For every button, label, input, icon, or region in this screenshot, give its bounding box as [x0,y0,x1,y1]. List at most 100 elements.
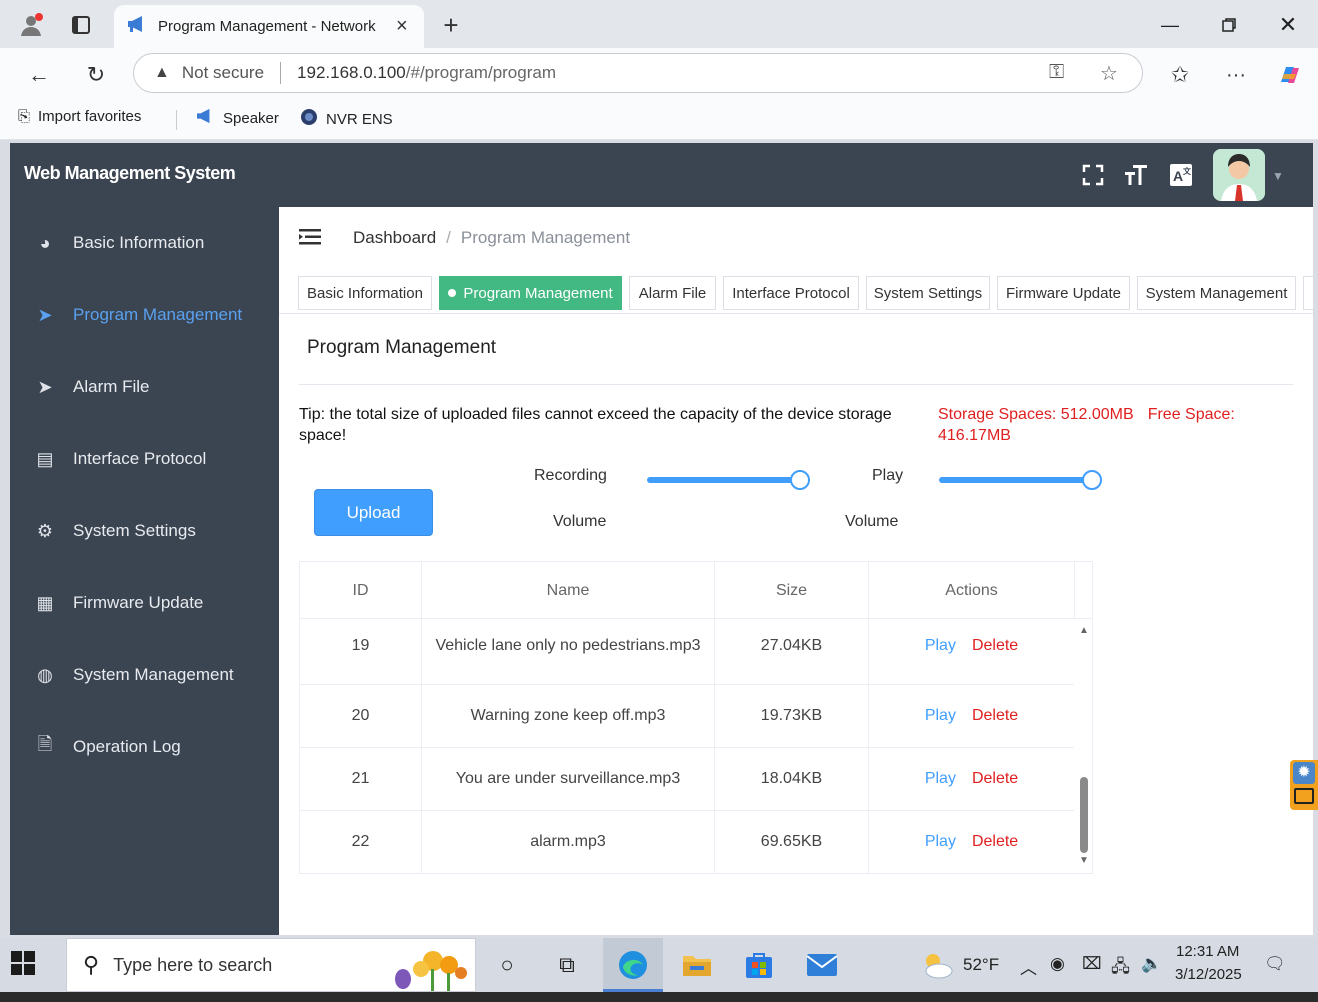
task-view-icon[interactable]: ⧉ [549,948,585,982]
recording-volume-slider[interactable] [647,477,801,483]
svg-text:文: 文 [1183,166,1192,176]
minimize-icon[interactable]: — [1150,10,1190,40]
breadcrumb-root[interactable]: Dashboard [353,228,436,247]
avatar[interactable] [1213,149,1265,201]
weather-temperature[interactable]: 52°F [963,955,999,975]
refresh-icon[interactable]: ↻ [79,58,113,92]
flowers-icon [387,943,471,996]
page-title: Program Management [307,337,497,358]
meet-now-icon[interactable]: ⌧ [1082,954,1102,974]
play-volume-slider[interactable] [939,477,1093,483]
sidebar-item-basic-information[interactable]: ◕ Basic Information [10,207,279,279]
sidebar-item-label: Basic Information [73,233,205,252]
play-button[interactable]: Play [925,764,956,794]
edge-icon[interactable] [615,948,651,982]
scroll-down-arrow-icon[interactable]: ▼ [1079,855,1089,866]
close-tab-icon[interactable]: × [396,15,408,38]
cell-id: 21 [300,748,422,810]
not-secure-label: Not secure [181,63,265,82]
close-window-icon[interactable]: ✕ [1268,10,1308,40]
app-title: Web Management System [24,163,236,183]
globe-icon [300,108,318,130]
notifications-icon[interactable]: 🗨 [1264,954,1286,974]
sidebar-item-system-management[interactable]: ◍ System Management [10,639,279,711]
favorites-icon[interactable]: ✩ [1163,58,1197,92]
key-icon[interactable]: ⚿ [1049,61,1064,84]
delete-button[interactable]: Delete [972,631,1018,661]
play-button[interactable]: Play [925,701,956,731]
play-button[interactable]: Play [925,827,956,857]
sidebar-item-operation-log[interactable]: 🗎 Operation Log [10,711,279,783]
chevron-down-icon[interactable]: ▼ [1272,169,1284,183]
column-header-id: ID [300,562,422,619]
network-icon[interactable]: 🖧 [1111,954,1130,983]
sidebar-item-label: Program Management [73,305,243,324]
tab-actions-icon[interactable] [64,8,98,42]
tag-interface-protocol[interactable]: Interface Protocol [723,276,859,310]
taskbar-search[interactable]: ⚲ Type here to search [66,938,476,992]
tag-firmware-update[interactable]: Firmware Update [997,276,1130,310]
sidebar-item-system-settings[interactable]: ⚙ System Settings [10,495,279,567]
bookmark-import-favorites[interactable]: ⎘ Import favorites [18,108,141,125]
delete-button[interactable]: Delete [972,701,1018,731]
search-placeholder: Type here to search [113,954,273,975]
translate-icon[interactable]: A文 [1165,159,1197,191]
tag-alarm-file[interactable]: Alarm File [629,276,716,310]
scroll-up-arrow-icon[interactable]: ▲ [1079,625,1089,636]
delete-button[interactable]: Delete [972,764,1018,794]
table-row: 20 Warning zone keep off.mp3 19.73KB Pla… [300,685,1074,748]
delete-button[interactable]: Delete [972,827,1018,857]
record-icon[interactable]: ◉ [1050,954,1065,974]
cortana-icon[interactable]: ○ [489,948,525,982]
mail-icon[interactable] [804,948,840,982]
table-body: 19 Vehicle lane only no pedestrians.mp3 … [300,619,1074,873]
tab-program-management[interactable]: Program Management - Network × [114,5,424,48]
weather-cloud-icon[interactable] [918,948,954,982]
bookmark-speaker[interactable]: Speaker [195,108,279,128]
tag-system-management[interactable]: System Management [1137,276,1296,310]
profile-icon[interactable] [14,8,48,42]
address-bar[interactable]: ▲ Not secure 192.168.0.100/#/program/pro… [133,53,1143,93]
windows-start-icon[interactable] [10,950,40,980]
tag-label: Program Management [463,284,613,302]
sidebar-item-interface-protocol[interactable]: ▤ Interface Protocol [10,423,279,495]
scrollbar-thumb[interactable] [1080,777,1088,853]
play-button[interactable]: Play [925,631,956,661]
font-size-icon[interactable] [1120,159,1152,191]
megaphone-icon [195,108,215,128]
play-volume-handle[interactable] [1082,470,1102,490]
copilot-icon[interactable] [1272,58,1306,92]
tag-system-settings[interactable]: System Settings [866,276,990,310]
tag-basic-information[interactable]: Basic Information [298,276,432,310]
section-divider [299,384,1293,385]
tag-overflow[interactable] [1303,276,1313,310]
upload-button[interactable]: Upload [314,489,433,536]
bookmark-nvr-ens[interactable]: NVR ENS [300,108,393,130]
back-arrow-icon[interactable]: ← [22,58,56,92]
clock-time[interactable]: 12:31 AM [1176,943,1239,960]
breadcrumb-current: Program Management [460,228,631,247]
cell-id: 22 [300,811,422,873]
restore-icon[interactable] [1209,10,1249,40]
sidebar-item-firmware-update[interactable]: ▦ Firmware Update [10,567,279,639]
store-icon[interactable] [741,948,777,982]
clock-date[interactable]: 3/12/2025 [1175,966,1242,983]
volume-icon[interactable]: 🔈 [1141,954,1162,974]
table-scrollbar[interactable]: ▲ ▼ [1075,619,1092,873]
fullscreen-icon[interactable] [1077,159,1109,191]
sidebar-item-alarm-file[interactable]: ➤ Alarm File [10,351,279,423]
more-menu-icon[interactable]: ··· [1219,58,1253,92]
hamburger-menu-icon[interactable] [299,227,321,253]
favorite-star-icon[interactable]: ☆ [1100,61,1118,86]
play-volume-label-top: Play [872,467,904,484]
sidebar-item-program-management[interactable]: ➤ Program Management [10,279,279,351]
chevron-up-icon[interactable]: ︿ [1020,954,1037,979]
tag-program-management[interactable]: Program Management [439,276,622,310]
cell-size: 18.04KB [715,748,869,810]
recording-volume-handle[interactable] [790,470,810,490]
cell-size: 27.04KB [715,619,869,684]
new-tab-button[interactable]: + [434,8,468,42]
browser-toolbar: ← ↻ ▲ Not secure 192.168.0.100/#/program… [0,48,1318,100]
side-widget[interactable]: ✹ [1290,760,1318,810]
file-explorer-icon[interactable] [679,948,715,982]
